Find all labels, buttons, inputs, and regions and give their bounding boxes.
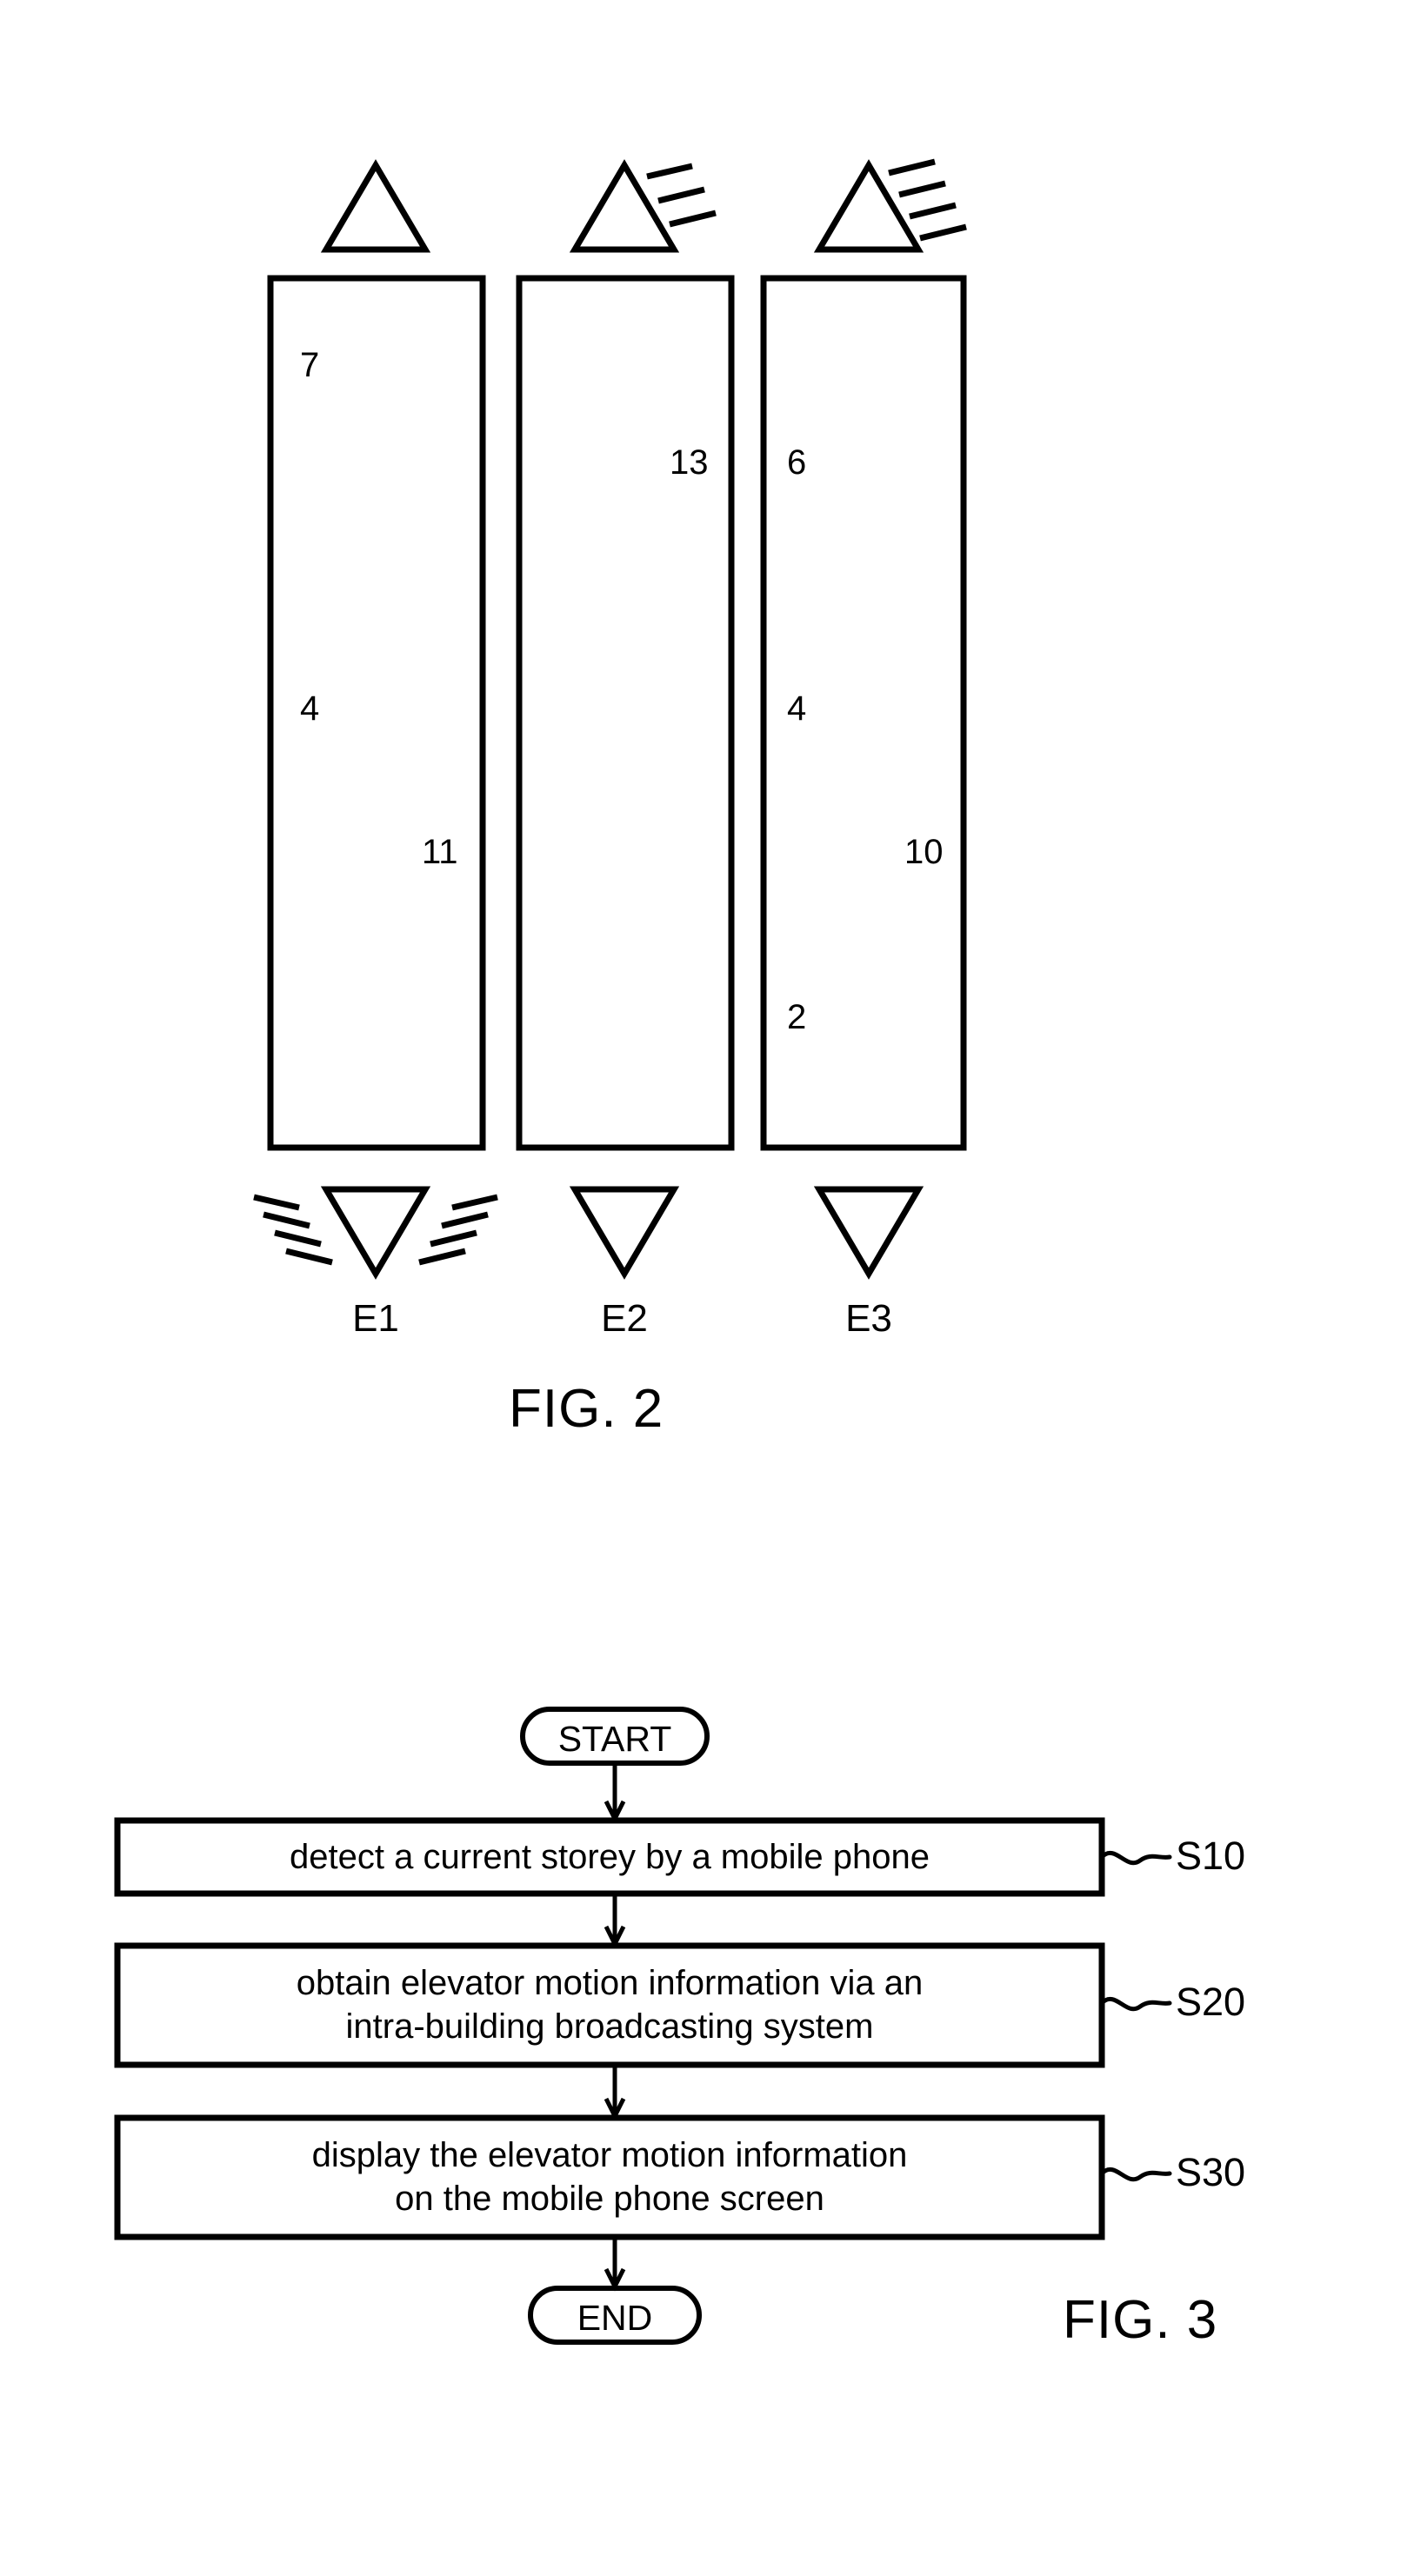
figure-2-caption: FIG. 2 (509, 1379, 664, 1439)
flow-step-tag-s30: S30 (1176, 2150, 1246, 2194)
figure-3: START END detect a current storey by a m… (0, 1565, 1414, 2576)
e2-down-arrow-indicator-icon (569, 1186, 680, 1280)
flow-step-text-s30: display the elevator motion information … (311, 2136, 908, 2218)
shaft-number-e1-7: 7 (300, 346, 320, 384)
flow-step-tag-s10: S10 (1176, 1834, 1246, 1878)
figure-3-caption: FIG. 3 (1063, 2290, 1218, 2350)
figure-2-drawing (253, 158, 967, 1280)
shaft-number-e3-10: 10 (904, 833, 944, 871)
e3-down-arrow-indicator-icon (813, 1186, 924, 1280)
elevator-shaft-e2 (516, 275, 735, 1151)
flow-end-label: END (577, 2298, 653, 2338)
figure-2: 7 4 11 13 6 4 10 2 E1 E2 E3 FIG. 2 (0, 0, 1414, 1495)
e1-down-arrow-indicator-icon (253, 1186, 498, 1280)
shaft-number-e2-13: 13 (670, 443, 709, 482)
elevator-label-e2: E2 (601, 1297, 648, 1340)
flow-step-text-s10: detect a current storey by a mobile phon… (290, 1838, 930, 1876)
e1-up-arrow-indicator-icon (320, 159, 431, 253)
shaft-number-e3-2: 2 (787, 998, 807, 1036)
flow-step-tag-s20: S20 (1176, 1980, 1246, 2024)
figure-3-drawing (114, 1707, 1172, 2345)
flow-start-label: START (557, 1719, 672, 1759)
shaft-number-e3-4: 4 (787, 689, 807, 728)
shaft-number-e3-6: 6 (787, 443, 807, 482)
shaft-number-e1-11: 11 (422, 833, 458, 871)
elevator-label-e3: E3 (845, 1297, 892, 1340)
e2-up-arrow-indicator-icon (569, 159, 717, 253)
flow-step-text-s20: obtain elevator motion information via a… (296, 1964, 924, 2046)
shaft-number-e1-4: 4 (300, 689, 320, 728)
e3-up-arrow-indicator-icon (813, 158, 967, 253)
elevator-label-e1: E1 (352, 1297, 399, 1340)
